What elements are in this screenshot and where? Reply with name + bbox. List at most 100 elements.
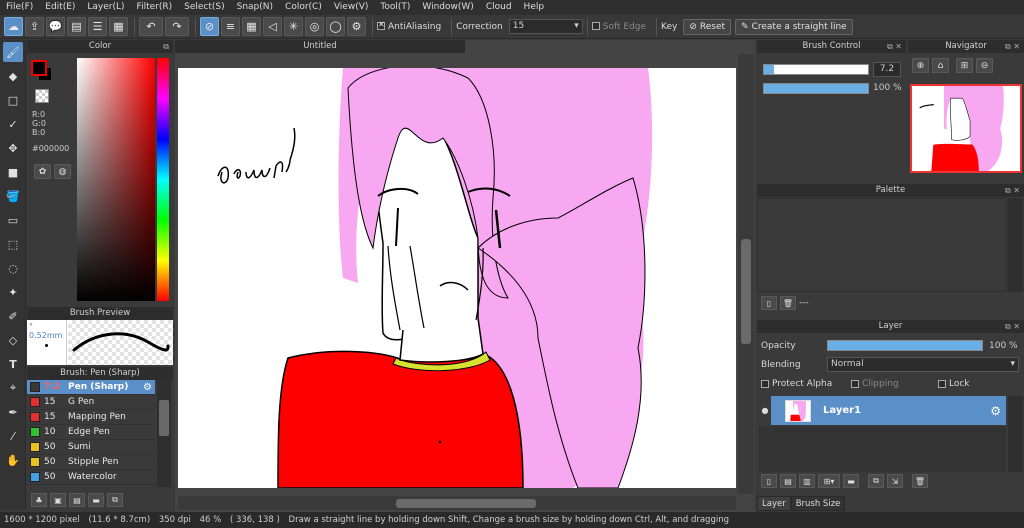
palette-swatch-area[interactable] [757,198,1007,292]
menu-color[interactable]: Color(C) [279,0,328,15]
crisscross-snap-icon[interactable]: ▦ [242,17,261,36]
new-folder-icon[interactable]: ▬ [843,474,859,488]
comment-icon[interactable]: 💬 [46,17,65,36]
gradient-icon[interactable]: ▭ [3,210,23,230]
fill-rect-icon[interactable]: ■ [3,162,23,182]
parallel-snap-icon[interactable]: ≡ [221,17,240,36]
clipping-toggle[interactable]: Clipping [851,379,899,389]
menu-help[interactable]: Help [518,0,551,15]
tab-brush-size[interactable]: Brush Size [790,496,846,511]
navigator-thumbnail[interactable] [910,84,1022,173]
detach-icon[interactable]: ⧉ ✕ [1005,184,1020,197]
antialiasing-toggle[interactable]: AntiAliasing [377,20,441,32]
brush-item[interactable]: 7.2 Pen (Sharp) ⚙ [27,380,155,395]
layer-opacity-slider[interactable] [827,340,983,351]
menu-filter[interactable]: Filter(R) [131,0,179,15]
detach-icon[interactable]: ⧉ ✕ [1005,320,1020,333]
undo-icon[interactable]: ↶ [139,17,163,36]
zoom-out-icon[interactable]: ⊖ [976,58,993,73]
eyedropper-icon[interactable]: ⁄ [3,426,23,446]
new-halftone-layer-icon[interactable]: ▤ [780,474,796,488]
fit-window-icon[interactable]: ⌂ [932,58,949,73]
saturation-value-picker[interactable] [77,58,155,301]
select-brush-icon[interactable]: ✐ [3,306,23,326]
palette-scrollbar[interactable] [1008,198,1023,292]
delete-layer-icon[interactable]: 🗑 [912,474,928,488]
new-layer-icon[interactable]: ▯ [761,474,777,488]
divide-icon[interactable]: ⌖ [3,378,23,398]
dot-icon[interactable]: □ [3,90,23,110]
brush-size-slider[interactable] [763,64,869,75]
layer-scrollbar[interactable] [1008,396,1023,472]
detach-icon[interactable]: ⧉ ✕ [887,40,902,53]
soft-edge-checkbox[interactable] [591,22,600,30]
gear-icon[interactable]: ⚙ [143,382,152,393]
snap-settings-icon[interactable]: ⚙ [347,17,366,36]
move-icon[interactable]: ✥ [3,138,23,158]
magic-wand-icon[interactable]: ✦ [3,282,23,302]
transparent-color-swatch[interactable] [35,89,49,103]
blending-select[interactable]: Normal ▾ [827,357,1019,372]
cloud-icon[interactable]: ☁ [4,17,23,36]
protect-alpha-toggle[interactable]: Protect Alpha [761,379,832,389]
canvas-horizontal-scrollbar[interactable] [178,496,736,510]
antialiasing-checkbox[interactable] [377,20,385,30]
scroll-thumb[interactable] [159,400,169,436]
eraser-icon[interactable]: ◆ [3,66,23,86]
correction-select[interactable]: 15 ▾ [508,19,583,34]
menu-select[interactable]: Select(S) [178,0,231,15]
menu-snap[interactable]: Snap(N) [231,0,279,15]
brush-settings-icon[interactable]: ♣ [31,493,47,507]
canvas-vertical-scrollbar[interactable] [738,54,754,494]
brush-item[interactable]: 15 G Pen [27,395,155,410]
menu-edit[interactable]: Edit(E) [39,0,81,15]
clipping-checkbox[interactable] [851,379,859,388]
visibility-icon[interactable]: ● [759,396,771,425]
detach-icon[interactable]: ⧉ ✕ [1005,40,1020,53]
hand-icon[interactable]: ✋ [3,450,23,470]
export-icon[interactable]: ⇪ [25,17,44,36]
lasso-icon[interactable]: ◌ [3,258,23,278]
new-8bit-layer-icon[interactable]: ▥ [799,474,815,488]
menu-view[interactable]: View(V) [328,0,375,15]
document-tab[interactable]: Untitled [175,40,465,53]
soft-edge-toggle[interactable]: Soft Edge [591,22,646,32]
vertical-scroll-thumb[interactable] [741,239,751,344]
list-icon[interactable]: ☰ [88,17,107,36]
document-icon[interactable]: ▤ [67,17,86,36]
delete-palette-icon[interactable]: 🗑 [780,296,796,310]
select-pen-icon[interactable]: ✓ [3,114,23,134]
menu-tool[interactable]: Tool(T) [374,0,416,15]
pen-tool-icon[interactable]: ✒ [3,402,23,422]
reset-button[interactable]: ⊘ Reset [683,18,732,35]
detach-icon[interactable]: ⧉ [163,40,169,53]
vanishing-point-icon[interactable]: ◁ [263,17,282,36]
color-wheel-icon[interactable]: ✿ [34,164,51,179]
menu-file[interactable]: File(F) [0,0,39,15]
brush-icon[interactable]: 🖌 [3,42,23,62]
brush-opacity-slider[interactable] [763,83,869,94]
menu-window[interactable]: Window(W) [416,0,479,15]
new-brush-icon[interactable]: ▤ [69,493,85,507]
new-palette-icon[interactable]: ▯ [761,296,777,310]
select-eraser-icon[interactable]: ◇ [3,330,23,350]
text-icon[interactable]: T [3,354,23,374]
circle-snap-icon[interactable]: ◎ [305,17,324,36]
zoom-in-icon[interactable]: ⊕ [912,58,929,73]
curve-snap-icon[interactable]: ◯ [326,17,345,36]
foreground-color-swatch[interactable] [31,60,47,76]
actual-size-icon[interactable]: ⊞ [956,58,973,73]
brush-item[interactable]: 10 Edge Pen [27,425,155,440]
bucket-icon[interactable]: 🪣 [3,186,23,206]
redo-icon[interactable]: ↷ [165,17,189,36]
brush-item[interactable]: 50 Watercolor [27,470,155,485]
rect-select-icon[interactable]: ⬚ [3,234,23,254]
duplicate-layer-icon[interactable]: ⧉ [868,474,884,488]
protect-alpha-checkbox[interactable] [761,379,769,388]
menu-cloud[interactable]: Cloud [480,0,518,15]
folder-icon[interactable]: ▬ [88,493,104,507]
add-layer-menu-icon[interactable]: ⊞▾ [818,474,840,488]
gear-icon[interactable]: ⚙ [990,404,1001,418]
lock-toggle[interactable]: Lock [938,379,970,389]
menu-layer[interactable]: Layer(L) [81,0,130,15]
